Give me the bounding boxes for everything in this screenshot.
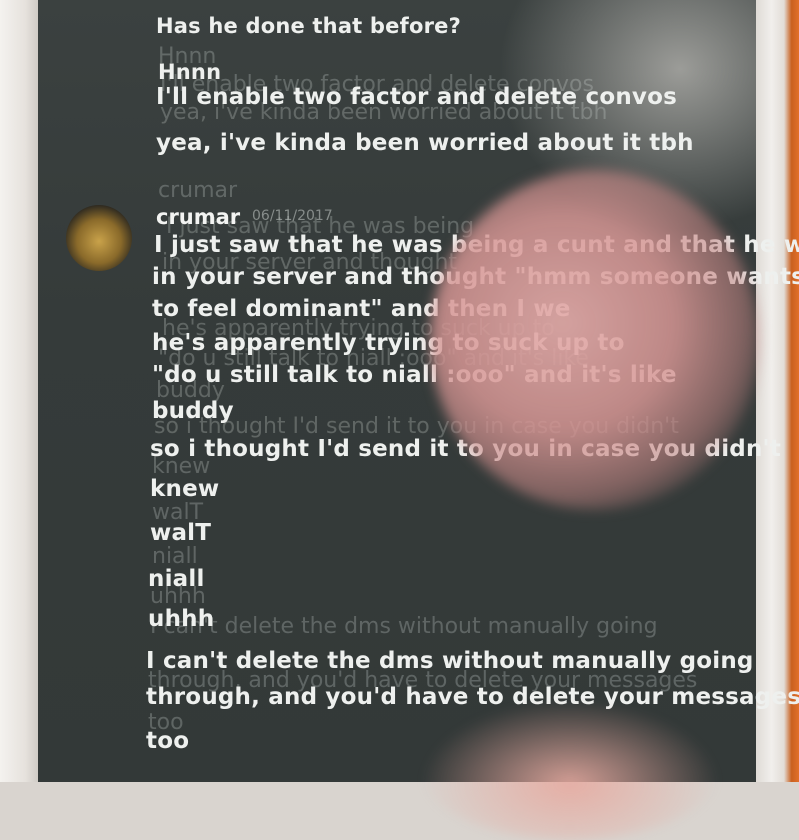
ghost-text: crumar bbox=[158, 178, 238, 203]
message-timestamp: 06/11/2017 bbox=[252, 208, 333, 224]
ghost-text: I can't delete the dms without manually … bbox=[150, 614, 658, 639]
message-text: through, and you'd have to delete your m… bbox=[146, 684, 799, 710]
finger-blur-bottom bbox=[420, 700, 720, 840]
avatar[interactable] bbox=[66, 205, 132, 271]
message-text: too bbox=[146, 728, 190, 754]
username[interactable]: crumar bbox=[156, 205, 240, 229]
message-text: knew bbox=[150, 476, 220, 502]
message-text: I'll enable two factor and delete convos bbox=[156, 84, 677, 110]
message-text: I can't delete the dms without manually … bbox=[146, 648, 754, 674]
phone-bezel-right bbox=[749, 0, 799, 782]
message-text: buddy bbox=[152, 398, 234, 424]
message-text: walT bbox=[150, 520, 212, 546]
message-text: Hnnn bbox=[158, 60, 222, 84]
message-text: uhhh bbox=[148, 606, 215, 632]
finger-blur bbox=[430, 170, 760, 510]
message-text: Has he done that before? bbox=[156, 14, 461, 38]
message-text: niall bbox=[148, 566, 205, 592]
message-text: yea, i've kinda been worried about it tb… bbox=[156, 130, 694, 156]
phone-bezel-left bbox=[0, 0, 42, 782]
